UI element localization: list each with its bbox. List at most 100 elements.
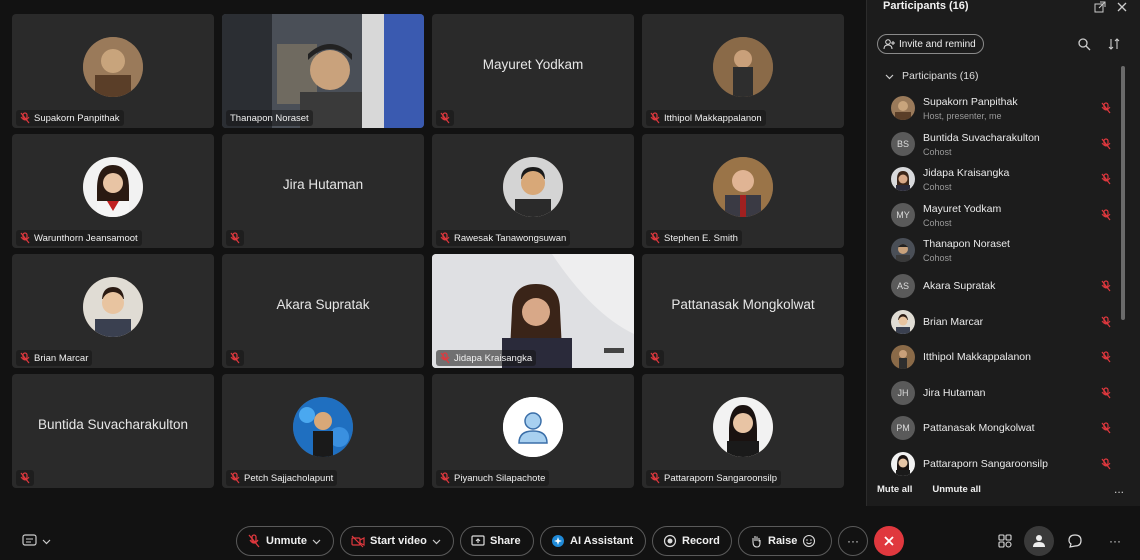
ai-assistant-button[interactable]: AI Assistant	[540, 526, 646, 556]
avatar	[891, 309, 915, 334]
video-grid: Supakorn Panpithak Thanapon Noraset Mayu…	[12, 14, 844, 490]
close-icon	[884, 536, 894, 546]
participant-row[interactable]: JH Jira Hutaman	[891, 375, 1111, 411]
sort-icon[interactable]	[1107, 37, 1121, 51]
end-call-button[interactable]	[874, 526, 904, 556]
tile-name-label: Itthipol Makkappalanon	[646, 110, 766, 126]
mic-off-icon[interactable]	[1101, 137, 1111, 150]
video-tile-itthipol[interactable]: Itthipol Makkappalanon	[642, 14, 844, 128]
participant-row[interactable]: Itthipol Makkappalanon	[891, 339, 1111, 375]
mic-off-icon[interactable]	[1101, 422, 1111, 434]
mic-off-icon	[650, 232, 660, 244]
mic-off-icon	[20, 112, 30, 124]
video-tile-thanapon[interactable]: Thanapon Noraset	[222, 14, 424, 128]
mic-off-icon[interactable]	[1101, 315, 1111, 328]
participants-section-header[interactable]: Participants (16)	[885, 70, 978, 82]
participant-name-center: Jira Hutaman	[282, 177, 364, 192]
pop-out-icon[interactable]	[1094, 0, 1106, 13]
participant-name-center: Mayuret Yodkam	[482, 57, 584, 72]
mic-off-icon[interactable]	[1101, 458, 1111, 470]
participant-row[interactable]: MY Mayuret Yodkam Cohost	[891, 197, 1111, 233]
participant-list-scrollbar[interactable]	[1121, 66, 1125, 320]
mic-off-icon[interactable]	[1101, 173, 1111, 185]
hand-icon	[752, 536, 761, 548]
add-person-icon	[883, 39, 895, 50]
captions-menu[interactable]	[22, 534, 51, 548]
tile-name: Brian Marcar	[34, 352, 89, 364]
unmute-all-button[interactable]: Unmute all	[932, 484, 981, 495]
participant-name: Jira Hutaman	[923, 386, 986, 399]
search-icon[interactable]	[1077, 37, 1091, 51]
participant-name: Pattaraporn Sangaroonsilp	[923, 457, 1048, 470]
mic-off-icon[interactable]	[1101, 351, 1111, 363]
share-button[interactable]: Share	[460, 526, 534, 556]
participant-role: Cohost	[923, 217, 952, 228]
mic-off-icon[interactable]	[1101, 209, 1111, 221]
avatar	[891, 96, 915, 120]
video-tile-rawesak[interactable]: Rawesak Tanawongsuwan	[432, 134, 634, 248]
participant-row[interactable]: AS Akara Supratak	[891, 268, 1111, 304]
raise-label: Raise	[768, 535, 798, 547]
meeting-toolbar: Unmute Start video Share AI Assistant Re…	[0, 518, 1140, 560]
participant-row[interactable]: Jidapa Kraisangka Cohost	[891, 161, 1111, 197]
video-tile-warunthorn[interactable]: Warunthorn Jeansamoot	[12, 134, 214, 248]
participant-row[interactable]: Brian Marcar	[891, 304, 1111, 340]
participants-panel: Participants (16) Invite and remind Part…	[866, 0, 1140, 506]
participant-avatar	[83, 277, 143, 337]
mute-all-button[interactable]: Mute all	[877, 484, 912, 495]
close-icon[interactable]	[1116, 0, 1128, 12]
participant-avatar	[713, 37, 773, 97]
mic-off-icon	[440, 232, 450, 244]
more-toolbar-options[interactable]: ···	[1100, 526, 1130, 556]
apps-button[interactable]	[990, 526, 1020, 556]
mic-off-icon[interactable]	[1101, 102, 1111, 114]
tile-name-label: Thanapon Noraset	[226, 110, 313, 126]
tile-name-label: Pattaraporn Sangaroonsilp	[646, 470, 782, 486]
unmute-label: Unmute	[266, 535, 307, 547]
video-tile-piyanuch[interactable]: Piyanuch Silapachote	[432, 374, 634, 488]
more-icon: ···	[1109, 534, 1121, 548]
video-tile-brian[interactable]: Brian Marcar	[12, 254, 214, 368]
participant-row[interactable]: BS Buntida Suvacharakulton Cohost	[891, 126, 1111, 162]
raise-hand-button[interactable]: Raise	[738, 526, 832, 556]
participant-row[interactable]: PM Pattanasak Mongkolwat	[891, 410, 1111, 446]
more-button[interactable]: ···	[838, 526, 868, 556]
mic-off-icon	[248, 534, 260, 548]
video-tile-stephen[interactable]: Stephen E. Smith	[642, 134, 844, 248]
tile-name-label	[226, 350, 244, 366]
tile-name-label: Jidapa Kraisangka	[436, 350, 537, 366]
chat-button[interactable]	[1060, 526, 1090, 556]
participant-avatar	[713, 397, 773, 457]
unmute-button[interactable]: Unmute	[236, 526, 334, 556]
participant-row[interactable]: Supakorn Panpithak Host, presenter, me	[891, 90, 1111, 126]
start-video-button[interactable]: Start video	[340, 526, 454, 556]
more-options-icon[interactable]: ...	[1114, 482, 1124, 496]
participant-row[interactable]: Thanapon Noraset Cohost	[891, 232, 1111, 268]
video-tile-mayuret[interactable]: Mayuret Yodkam	[432, 14, 634, 128]
record-label: Record	[682, 535, 720, 547]
tile-name: Thanapon Noraset	[230, 112, 309, 124]
panel-top-icons	[1094, 0, 1128, 13]
tile-name-label: Petch Sajjacholapunt	[226, 470, 338, 486]
video-tile-pattanasak[interactable]: Pattanasak Mongkolwat	[642, 254, 844, 368]
record-button[interactable]: Record	[652, 526, 732, 556]
video-tile-jidapa[interactable]: Jidapa Kraisangka	[432, 254, 634, 368]
participants-button[interactable]	[1024, 526, 1054, 556]
mic-off-icon[interactable]	[1101, 280, 1111, 292]
invite-and-remind-button[interactable]: Invite and remind	[877, 34, 984, 54]
tile-name: Piyanuch Silapachote	[454, 472, 546, 484]
video-tile-petch[interactable]: Petch Sajjacholapunt	[222, 374, 424, 488]
video-tile-akara[interactable]: Akara Supratak	[222, 254, 424, 368]
mic-off-icon	[20, 232, 30, 244]
video-tile-buntida[interactable]: Buntida Suvacharakulton	[12, 374, 214, 488]
video-tile-supakorn[interactable]: Supakorn Panpithak	[12, 14, 214, 128]
video-tile-pattaraporn[interactable]: Pattaraporn Sangaroonsilp	[642, 374, 844, 488]
participant-name: Jidapa Kraisangka	[923, 167, 1010, 180]
participant-name-center: Pattanasak Mongkolwat	[671, 297, 815, 312]
participant-avatar	[293, 397, 353, 457]
participant-row[interactable]: Pattaraporn Sangaroonsilp	[891, 446, 1111, 482]
video-tile-jira[interactable]: Jira Hutaman	[222, 134, 424, 248]
mic-off-icon[interactable]	[1101, 387, 1111, 399]
captions-icon	[22, 534, 37, 546]
participant-name: Mayuret Yodkam	[923, 202, 1002, 215]
